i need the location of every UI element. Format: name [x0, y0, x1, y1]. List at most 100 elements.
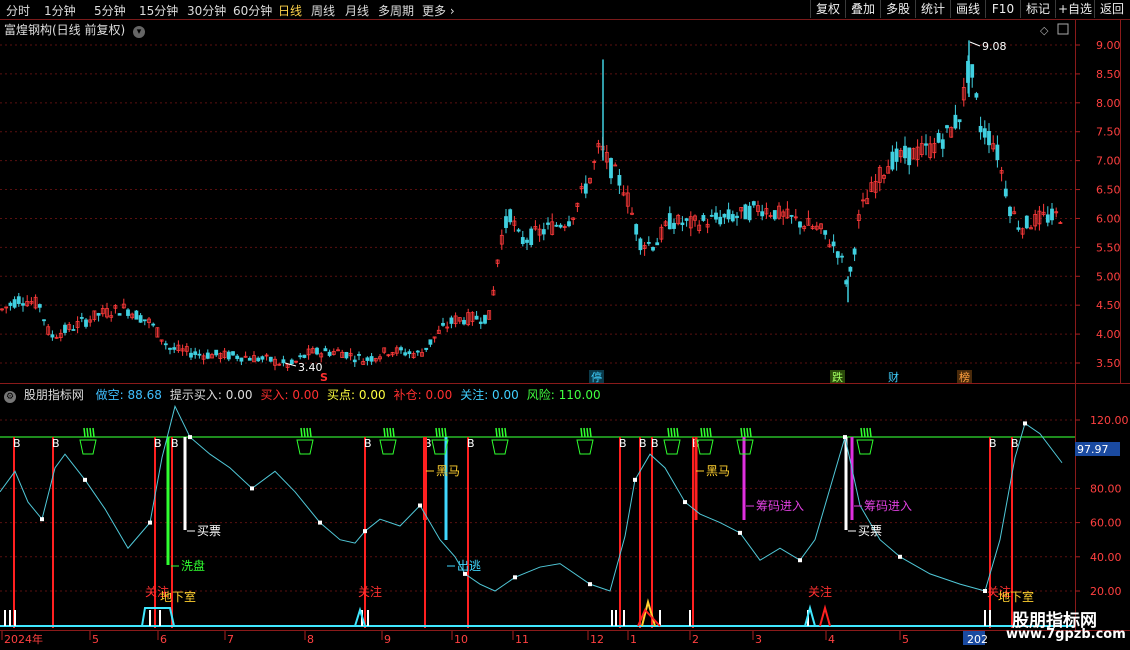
candle-body: [189, 352, 193, 358]
indicator-fields: 做空: 88.68 提示买入: 0.00 买入: 0.00 买点: 0.00 补仓: 0…: [92, 388, 605, 402]
risk-cup: [491, 439, 509, 455]
candle-body: [646, 242, 651, 244]
candle-body: [558, 224, 563, 228]
candle-body: [151, 323, 156, 326]
candle-body: [760, 211, 765, 217]
b-signal-label: B: [364, 437, 372, 450]
candle-body: [735, 215, 739, 218]
indicator-marker: [683, 500, 687, 505]
risk-claw: [438, 427, 441, 438]
candle-body: [667, 213, 672, 230]
candle-body: [982, 128, 987, 138]
indicator-field-0: 做空: 88.68: [95, 388, 162, 402]
candle-body: [831, 241, 836, 247]
watermark-url: www.7gpzb.com: [1006, 627, 1126, 642]
chips-in-label: 筹码进入: [756, 499, 804, 513]
indicator-marker: [843, 435, 847, 440]
candle-body: [617, 175, 622, 186]
candle-body: [424, 347, 429, 350]
candle-body: [117, 313, 122, 316]
candle-body: [415, 350, 420, 353]
candle-body: [798, 221, 802, 228]
risk-claw: [740, 427, 743, 438]
candle-body: [747, 205, 752, 221]
attention-label-2: 关注: [358, 584, 382, 599]
risk-claw: [92, 427, 95, 438]
risk-claw: [441, 427, 444, 438]
risk-claw: [746, 427, 749, 438]
risk-claw: [392, 427, 395, 438]
candle-body: [894, 148, 899, 162]
candle-body: [302, 354, 307, 358]
candle-body: [520, 237, 525, 245]
candle-body: [365, 357, 370, 361]
bottom-hump: [141, 607, 175, 627]
gear-icon[interactable]: ⚙: [4, 391, 16, 403]
diamond-icon[interactable]: ◇: [1040, 24, 1049, 37]
risk-claw: [389, 427, 392, 438]
candle-body: [709, 214, 714, 217]
candle-body: [298, 355, 303, 358]
candle-body: [63, 324, 67, 333]
price-label: 7.00: [1096, 155, 1121, 168]
candle-body: [655, 242, 660, 246]
indicator-marker: [318, 520, 322, 525]
chart-canvas[interactable]: 9.00 8.50 8.00 7.50 7.00 6.50 6.00 5.50 5.00 4.50…: [0, 0, 1130, 650]
risk-claw: [580, 427, 583, 438]
candle-body: [84, 319, 88, 327]
candle-body: [37, 304, 42, 308]
b-signal-label: B: [13, 437, 21, 450]
candle-body: [672, 222, 676, 229]
price-label: 7.50: [1096, 126, 1121, 139]
risk-claw: [83, 427, 86, 438]
candle-body: [714, 212, 718, 220]
candle-body: [403, 352, 408, 356]
date-label: 5: [902, 633, 909, 646]
risk-claw: [863, 427, 866, 438]
dark-horse-label: 黑马: [436, 464, 460, 478]
date-label: 1: [630, 633, 637, 646]
candle-body: [260, 356, 265, 360]
candle-body: [701, 215, 706, 221]
date-label: 9: [384, 633, 391, 646]
candle-body: [567, 221, 571, 227]
candle-body: [924, 143, 928, 146]
date-label: 3: [755, 633, 762, 646]
indicator-marker: [188, 435, 192, 440]
candle-body: [583, 183, 588, 194]
indicator-marker: [798, 558, 802, 563]
indicator-marker: [513, 575, 517, 580]
indicator-label: 40.00: [1090, 551, 1122, 564]
high-price-label: 9.08: [982, 40, 1007, 53]
b-signal-label: B: [154, 437, 162, 450]
price-label: 5.00: [1096, 270, 1121, 283]
risk-claw: [495, 427, 498, 438]
risk-claw: [869, 427, 872, 438]
candle-body: [239, 357, 244, 362]
indicator-field-5: 关注: 0.00: [460, 388, 519, 402]
price-label: 6.00: [1096, 212, 1121, 225]
candle-body: [546, 222, 550, 225]
indicator-marker: [363, 529, 367, 534]
indicator-axis: 120.00 80.00 60.00 40.00 20.00: [1075, 414, 1129, 598]
candle-body: [743, 204, 748, 220]
candle-body: [441, 322, 445, 326]
risk-claw: [670, 427, 673, 438]
candle-body: [609, 158, 613, 179]
candle-body: [399, 347, 403, 351]
panel-toggle-icon[interactable]: [1057, 23, 1069, 35]
price-label: 6.50: [1096, 184, 1121, 197]
price-label: 5.50: [1096, 241, 1121, 254]
indicator-marker: [738, 530, 742, 535]
candle-body: [789, 215, 794, 217]
candle-body: [940, 139, 945, 149]
candle-body: [835, 251, 840, 258]
indicator-marker: [898, 554, 902, 559]
risk-claw: [749, 427, 752, 438]
risk-claw: [700, 427, 703, 438]
candle-body: [840, 255, 844, 258]
candle-body: [554, 224, 559, 227]
candle-body: [823, 230, 828, 235]
candle-body: [970, 64, 975, 78]
risk-cup: [296, 439, 314, 455]
